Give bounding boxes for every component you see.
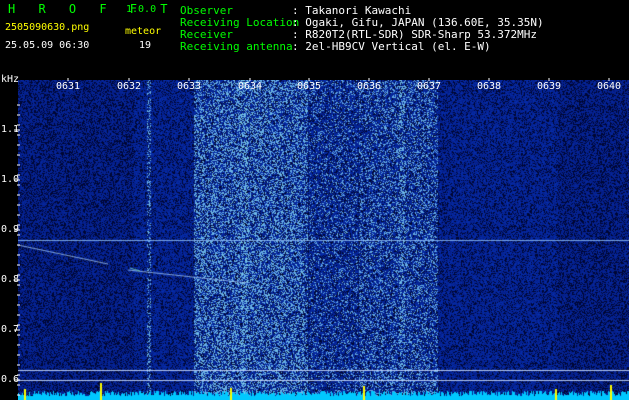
minute-label-0636: 0636 (357, 81, 382, 92)
minute-label-0634: 0634 (238, 81, 263, 92)
freq-label-0-6: 0.6 (1, 374, 20, 385)
freq-label-0-9: 0.9 (1, 224, 20, 235)
hrofft-window: H R O F F T 1.0.0 2505090630.png meteor … (0, 0, 629, 400)
minute-label-0632: 0632 (117, 81, 142, 92)
khz-unit-label: kHz (1, 74, 20, 85)
freq-label-0-8: 0.8 (1, 274, 20, 285)
minute-label-0639: 0639 (537, 81, 562, 92)
minute-label-0637: 0637 (417, 81, 442, 92)
minute-label-0640: 0640 (597, 81, 622, 92)
minute-label-0633: 0633 (177, 81, 202, 92)
minute-label-0631: 0631 (56, 81, 81, 92)
minute-label-0638: 0638 (477, 81, 502, 92)
frequency-axis (14, 104, 20, 396)
time-axis (67, 78, 610, 81)
freq-label-1-1: 1.1 (1, 124, 20, 135)
minute-label-0635: 0635 (297, 81, 322, 92)
freq-label-1-0: 1.0 (1, 174, 20, 185)
freq-label-0-7: 0.7 (1, 324, 20, 335)
axis-overlay (14, 78, 610, 396)
